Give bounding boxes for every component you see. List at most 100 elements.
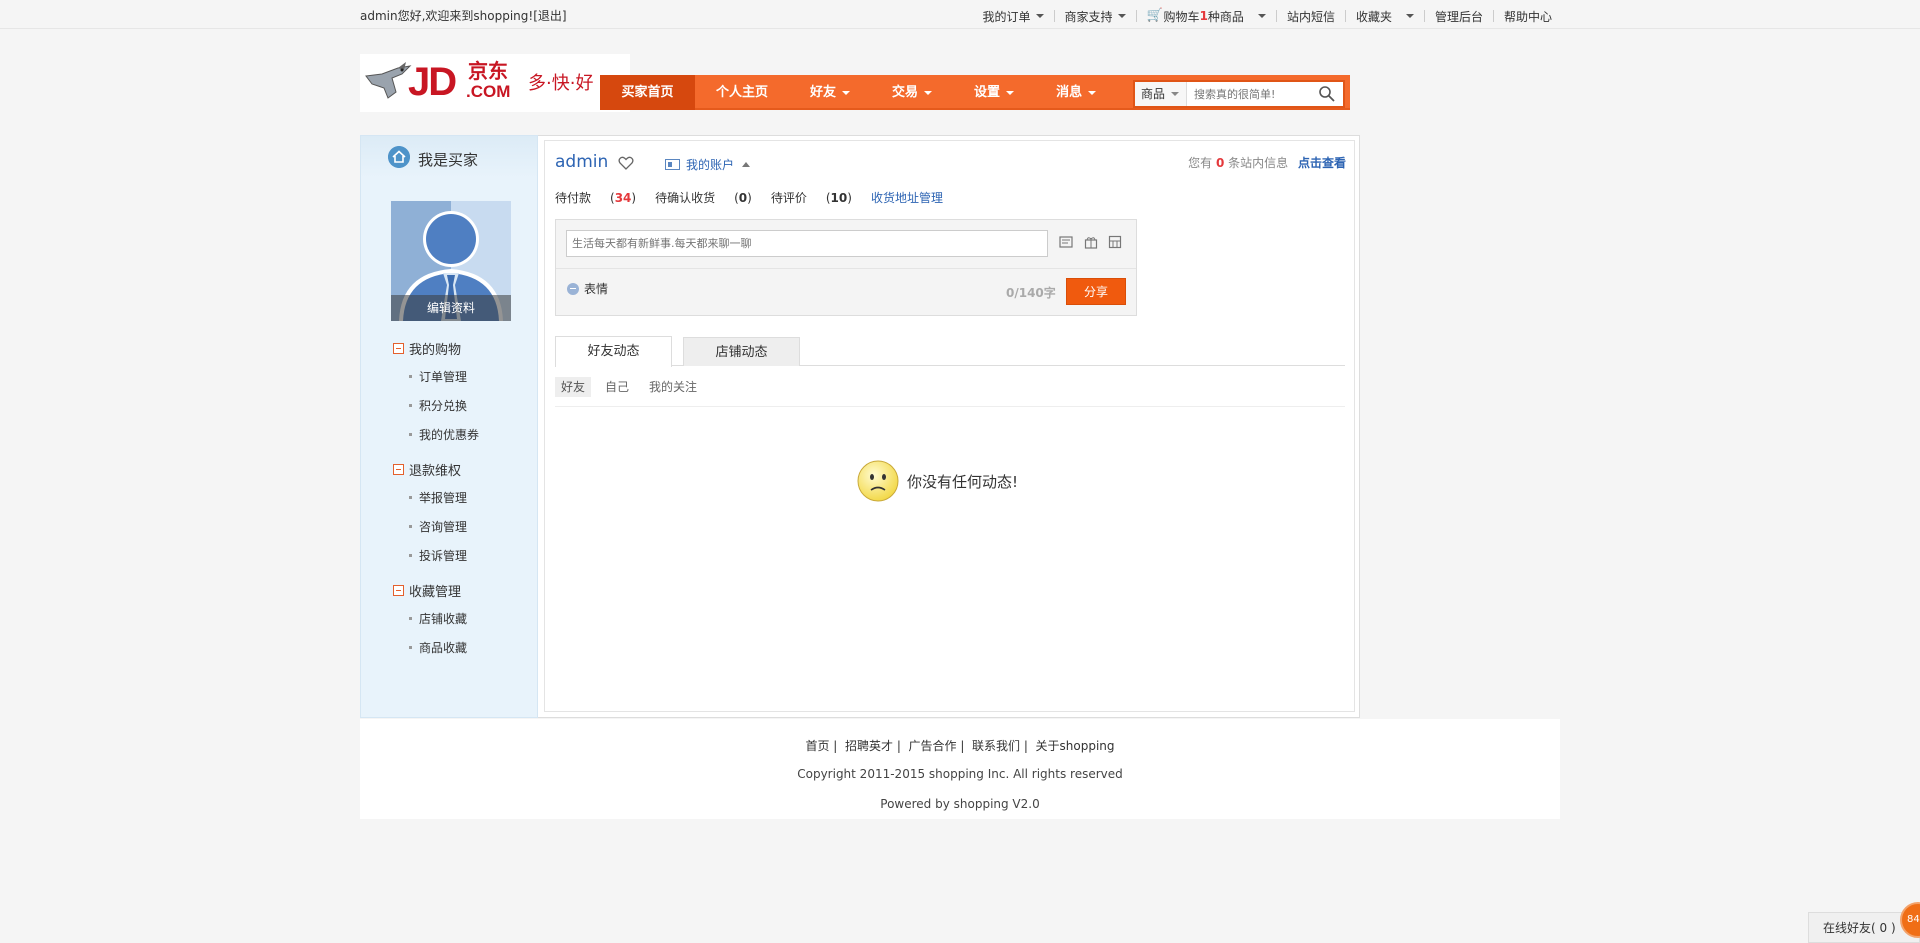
sidebar-item-report-management[interactable]: 举报管理 — [409, 489, 467, 506]
edit-profile-button[interactable]: 编辑资料 — [391, 295, 511, 321]
my-account-menu[interactable]: 我的账户 — [665, 156, 751, 173]
sidebar-group-refund[interactable]: 退款维权 — [393, 460, 461, 479]
my-orders-menu[interactable]: 我的订单 — [973, 9, 1054, 24]
chevron-down-icon — [1035, 14, 1044, 18]
subtab-friends[interactable]: 好友 — [555, 377, 592, 397]
unconfirmed-label: 待确认收货 — [655, 191, 716, 205]
chevron-down-icon — [1257, 14, 1266, 18]
favorites-label: 收藏夹 — [1355, 9, 1392, 24]
favorites-menu[interactable]: 收藏夹 — [1346, 9, 1424, 24]
cart-suffix: 种商品 — [1207, 9, 1244, 24]
footer-link-about[interactable]: 关于shopping — [1036, 739, 1115, 753]
collapse-icon — [393, 343, 404, 354]
sidebar-item-order-management[interactable]: 订单管理 — [409, 368, 467, 385]
unconfirmed-count: 0 — [738, 191, 748, 205]
sidebar-header: 我是买家 — [361, 136, 537, 178]
logo-slogan: 多·快·好 — [528, 73, 594, 94]
tab-messages[interactable]: 消息 — [1035, 75, 1117, 110]
char-count: 0/140字 — [1006, 286, 1056, 300]
group-label: 我的购物 — [409, 343, 462, 358]
powered-by: Powered by shopping V2.0 — [880, 797, 1040, 811]
tab-label: 设置 — [974, 85, 1001, 100]
merchant-support-label: 商家支持 — [1064, 9, 1113, 24]
search-category-select[interactable]: 商品 — [1135, 82, 1187, 106]
emoji-icon — [567, 282, 579, 295]
unconfirmed-link[interactable]: 待确认收货 (0) — [655, 189, 752, 206]
chevron-down-icon — [1006, 90, 1015, 95]
logo-jd: JD — [408, 60, 457, 104]
view-messages-link[interactable]: 点击查看 — [1298, 156, 1346, 170]
unpaid-link[interactable]: 待付款 (34) — [555, 189, 636, 206]
footer-link-ads[interactable]: 广告合作 — [909, 739, 957, 753]
search-input[interactable] — [1187, 83, 1317, 105]
avatar[interactable]: 编辑资料 — [391, 201, 511, 321]
merchant-support-menu[interactable]: 商家支持 — [1055, 9, 1136, 24]
username[interactable]: admin — [555, 152, 608, 172]
tab-buyer-home[interactable]: 买家首页 — [600, 75, 695, 110]
site-messages-link[interactable]: 站内短信 — [1277, 9, 1345, 24]
tab-settings[interactable]: 设置 — [953, 75, 1035, 110]
admin-link[interactable]: 管理后台 — [1425, 9, 1493, 24]
footer-links: 首页 | 招聘英才 | 广告合作 | 联系我们 | 关于shopping — [805, 739, 1115, 753]
tab-label: 好友 — [810, 85, 837, 100]
sidebar-item-inquiry-management[interactable]: 咨询管理 — [409, 518, 467, 535]
chevron-down-icon — [1171, 92, 1180, 96]
chevron-down-icon — [1088, 90, 1097, 95]
status-input[interactable] — [566, 230, 1048, 257]
tab-label: 买家首页 — [621, 85, 674, 100]
sidebar-item-label: 投诉管理 — [419, 549, 468, 563]
post-box: 表情 0/140字 分享 — [555, 219, 1137, 316]
message-info: 您有 0 条站内信息 点击查看 — [1188, 154, 1346, 171]
share-button[interactable]: 分享 — [1066, 278, 1126, 305]
subtab-self[interactable]: 自己 — [599, 377, 635, 397]
tab-store-activity[interactable]: 店铺动态 — [683, 337, 800, 366]
chevron-down-icon — [924, 90, 933, 95]
heart-icon[interactable] — [618, 156, 634, 170]
footer-link-careers[interactable]: 招聘英才 — [845, 739, 893, 753]
sidebar-group-my-shopping[interactable]: 我的购物 — [393, 339, 461, 358]
cart-icon: 🛒 — [1146, 8, 1163, 23]
logout-link[interactable]: [退出] — [533, 9, 566, 23]
search-box: 商品 — [1133, 80, 1345, 108]
top-nav: 我的订单 商家支持 🛒 购物车 1 种商品 站内短信 收藏夹 管理后台 帮助中心 — [973, 8, 1552, 24]
tab-friend-activity[interactable]: 好友动态 — [555, 336, 672, 367]
unrated-link[interactable]: 待评价 (10) — [771, 189, 852, 206]
emoji-button[interactable]: 表情 — [567, 280, 608, 297]
footer-link-home[interactable]: 首页 — [805, 739, 829, 753]
sad-face-icon — [857, 460, 899, 502]
tab-personal-home[interactable]: 个人主页 — [695, 75, 789, 110]
collapse-icon — [393, 464, 404, 475]
sidebar-item-product-favorites[interactable]: 商品收藏 — [409, 639, 467, 656]
subtab-following[interactable]: 我的关注 — [643, 377, 703, 397]
sidebar-item-points-exchange[interactable]: 积分兑换 — [409, 397, 467, 414]
site-logo[interactable]: JD 京东 .COM 多·快·好 — [360, 54, 630, 112]
help-center-label: 帮助中心 — [1503, 9, 1552, 24]
feed-tabs: 好友动态 店铺动态 — [555, 336, 1345, 367]
sidebar-item-my-coupons[interactable]: 我的优惠券 — [409, 426, 479, 443]
admin-label: 管理后台 — [1434, 9, 1483, 24]
photo-icon[interactable] — [1059, 235, 1073, 249]
tab-trade[interactable]: 交易 — [871, 75, 953, 110]
help-center-link[interactable]: 帮助中心 — [1494, 9, 1552, 24]
dog-mascot-icon — [365, 62, 412, 99]
cart-menu[interactable]: 🛒 购物车 1 种商品 — [1137, 8, 1276, 24]
unpaid-label: 待付款 — [555, 191, 592, 205]
sidebar-item-store-favorites[interactable]: 店铺收藏 — [409, 610, 467, 627]
address-management-link[interactable]: 收货地址管理 — [871, 189, 943, 206]
footer: 首页 | 招聘英才 | 广告合作 | 联系我们 | 关于shopping Cop… — [360, 719, 1560, 819]
empty-feed-message: 你没有任何动态! — [857, 460, 1018, 502]
sidebar-item-complaint-management[interactable]: 投诉管理 — [409, 547, 467, 564]
sidebar: 我是买家 编辑资料 我的购物 订单管理 积分兑换 我的优惠券 退款维权 举报管理… — [360, 135, 538, 718]
sidebar-item-label: 商品收藏 — [419, 641, 468, 655]
footer-link-contact[interactable]: 联系我们 — [972, 739, 1020, 753]
sidebar-group-favorites[interactable]: 收藏管理 — [393, 581, 461, 600]
my-account-label: 我的账户 — [686, 158, 735, 172]
gift-icon[interactable] — [1084, 235, 1098, 249]
store-icon[interactable] — [1108, 235, 1122, 249]
tab-label: 交易 — [892, 85, 919, 100]
tab-friends[interactable]: 好友 — [789, 75, 871, 110]
my-orders-label: 我的订单 — [982, 9, 1031, 24]
logo-com: .COM — [466, 82, 511, 101]
divider — [556, 268, 1136, 269]
search-icon[interactable] — [1317, 84, 1337, 104]
